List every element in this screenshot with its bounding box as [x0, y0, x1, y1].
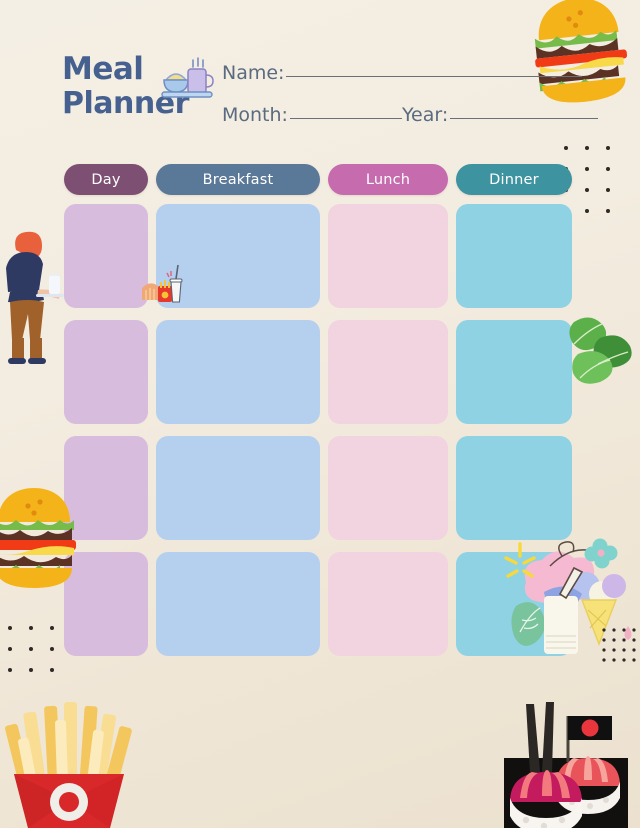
year-input[interactable]	[450, 118, 599, 119]
meal-cell-lunch-row1[interactable]	[328, 204, 448, 308]
sushi-illustration	[504, 702, 628, 828]
ice-cream-milkshake-illustration	[504, 538, 636, 662]
form-fields: Name: Month: Year:	[222, 62, 599, 126]
tab-dinner[interactable]: Dinner	[456, 164, 572, 195]
tab-breakfast[interactable]: Breakfast	[156, 164, 320, 195]
meal-cell-lunch-row2[interactable]	[328, 320, 448, 424]
burger-illustration-left	[0, 488, 76, 588]
fries-drink-mini-icon	[142, 264, 183, 303]
meal-cell-breakfast-row2[interactable]	[156, 320, 320, 424]
tab-lunch[interactable]: Lunch	[328, 164, 448, 195]
year-label: Year:	[401, 104, 449, 126]
tab-day[interactable]: Day	[64, 164, 148, 195]
meal-cell-lunch-row4[interactable]	[328, 552, 448, 656]
name-label: Name:	[222, 62, 285, 84]
waiter-illustration	[6, 231, 64, 364]
month-input[interactable]	[289, 118, 402, 119]
meal-cell-day-row2[interactable]	[64, 320, 148, 424]
meal-cell-breakfast-row3[interactable]	[156, 436, 320, 540]
dot-grid-top-right	[564, 146, 622, 232]
spinach-leaves-illustration	[569, 317, 632, 384]
french-fries-illustration	[5, 702, 132, 828]
meal-cell-day-row1[interactable]	[64, 204, 148, 308]
breakfast-bowl-mug-icon	[161, 57, 214, 98]
meal-cell-dinner-row2[interactable]	[456, 320, 572, 424]
meal-cell-breakfast-row4[interactable]	[156, 552, 320, 656]
meal-planner-page: Meal Planner Name: Month: Year: Day Brea…	[0, 0, 640, 828]
meal-cell-dinner-row3[interactable]	[456, 436, 572, 540]
meal-cell-dinner-row1[interactable]	[456, 204, 572, 308]
column-header-row: Day Breakfast Lunch Dinner	[64, 164, 572, 195]
name-input[interactable]	[286, 76, 582, 77]
month-year-field-row: Month: Year:	[222, 104, 599, 126]
meal-cell-lunch-row3[interactable]	[328, 436, 448, 540]
dot-grid-bottom-left	[8, 626, 66, 692]
name-field-row: Name:	[222, 62, 582, 84]
month-label: Month:	[222, 104, 288, 126]
